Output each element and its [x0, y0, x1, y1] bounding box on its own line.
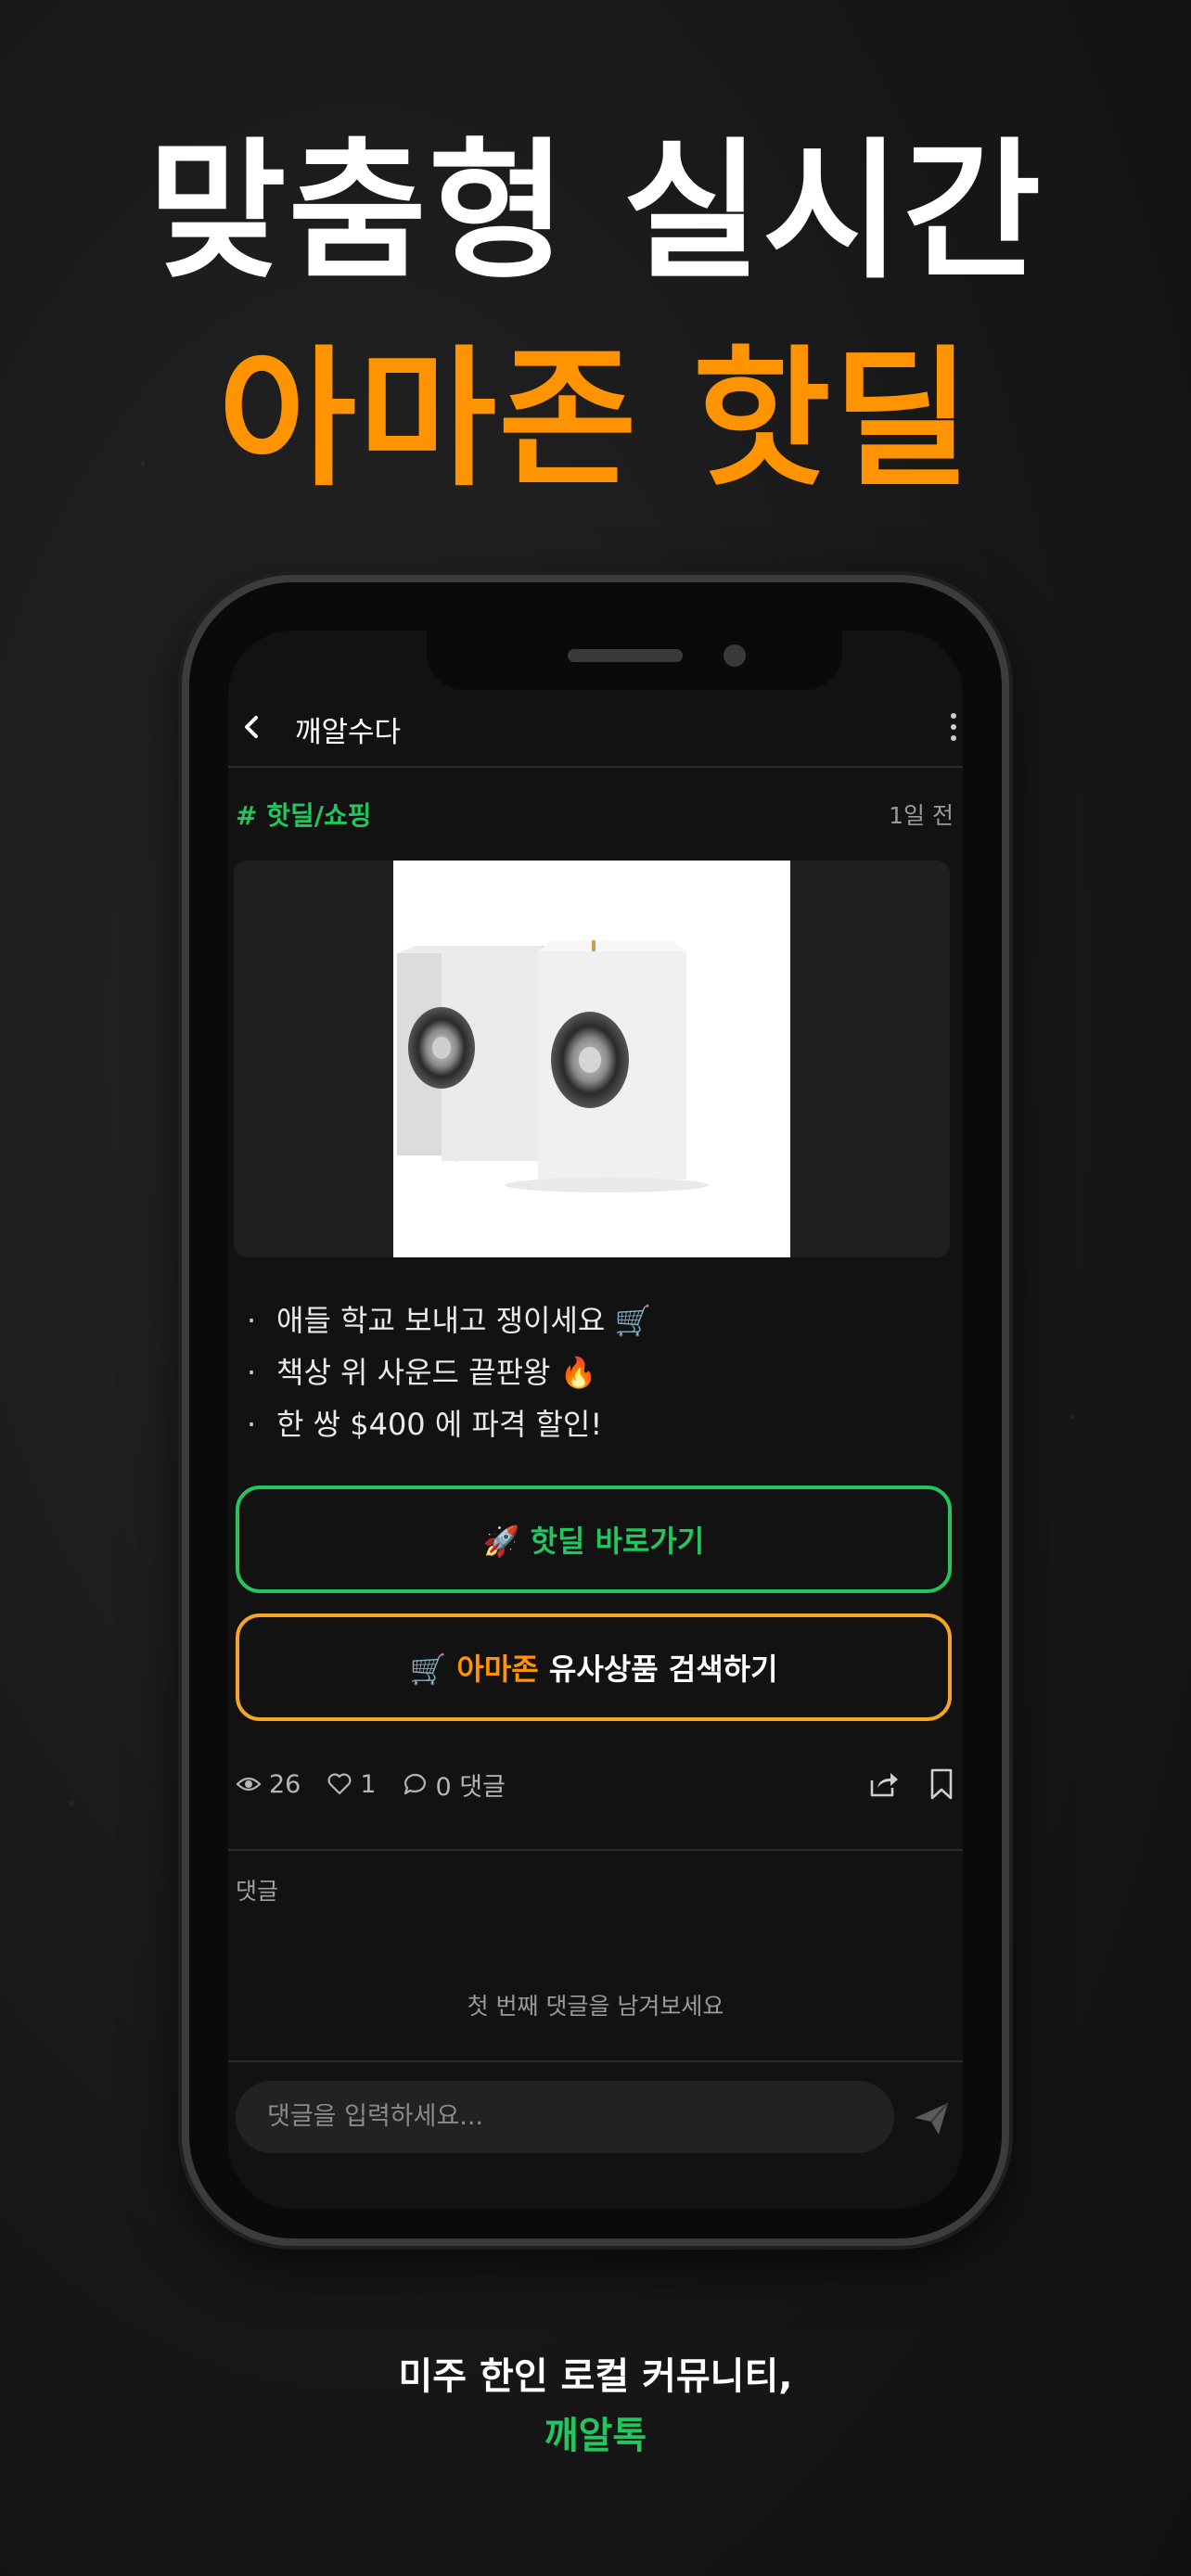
- hot-deal-button-label: 핫딜 바로가기: [530, 1524, 705, 1559]
- comment-bubble-icon: [403, 1773, 426, 1795]
- front-camera: [724, 644, 746, 667]
- chevron-left-icon[interactable]: [236, 710, 269, 744]
- comment-count: 0 댓글: [403, 1766, 506, 1803]
- send-icon[interactable]: [911, 2098, 952, 2138]
- post-image[interactable]: [234, 861, 950, 1257]
- phone-screen: 깨알수다 # 핫딜/쇼핑 1일 전 · 애들 학교 보내고 쟁이세요 🛒 · 책…: [228, 631, 963, 2209]
- brand-name: 깨알톡: [544, 2415, 647, 2457]
- post-stats: 26 1 0 댓글: [236, 1764, 531, 1804]
- rocket-icon: 🚀: [482, 1524, 520, 1559]
- tagline-line-1: 미주 한인 로컬 커뮤니티,: [398, 2355, 793, 2398]
- bullet-item: 애들 학교 보내고 쟁이세요 🛒: [247, 1294, 651, 1346]
- post-time: 1일 전: [889, 802, 954, 829]
- eye-icon: [236, 1777, 262, 1792]
- like-count[interactable]: 1: [327, 1769, 377, 1799]
- amazon-search-button[interactable]: 🛒 아마존 유사상품 검색하기: [236, 1613, 952, 1721]
- bullet-item: 한 쌍 $400 에 파격 할인!: [247, 1398, 651, 1450]
- section-divider: [228, 1849, 963, 1851]
- phone-notch: [427, 631, 842, 690]
- kebab-menu-icon[interactable]: [948, 708, 959, 746]
- heart-icon: [327, 1773, 352, 1795]
- like-count-value: 1: [360, 1769, 377, 1799]
- amazon-search-button-label: 유사상품 검색하기: [548, 1651, 778, 1687]
- headline-line-2: 아마존 핫딜: [218, 333, 973, 507]
- view-count: 26: [236, 1770, 301, 1799]
- bookmark-icon[interactable]: [928, 1767, 955, 1801]
- speaker-grille: [568, 649, 683, 662]
- phone-frame: 깨알수다 # 핫딜/쇼핑 1일 전 · 애들 학교 보내고 쟁이세요 🛒 · 책…: [182, 575, 1009, 2246]
- share-icon[interactable]: [866, 1767, 900, 1801]
- view-count-value: 26: [269, 1769, 301, 1799]
- page-title: 깨알수다: [295, 716, 402, 749]
- hot-deal-button[interactable]: 🚀 핫딜 바로가기: [236, 1486, 952, 1593]
- empty-comments-text: 첫 번째 댓글을 남겨보세요: [467, 1993, 724, 2020]
- speaker-illustration: [397, 940, 709, 1192]
- category-tag[interactable]: # 핫딜/쇼핑: [236, 796, 371, 833]
- product-image-speakers: [393, 861, 790, 1257]
- cart-icon: 🛒: [409, 1651, 447, 1687]
- amazon-label: 아마존: [456, 1651, 539, 1687]
- input-divider: [228, 2060, 963, 2062]
- headline-line-1: 맞춤형 실시간: [147, 125, 1044, 300]
- comment-count-value: 0 댓글: [435, 1772, 506, 1802]
- bullet-item: 책상 위 사운드 끝판왕 🔥: [247, 1346, 651, 1398]
- app-bar: 깨알수다: [228, 686, 963, 768]
- post-bullet-list: 애들 학교 보내고 쟁이세요 🛒 책상 위 사운드 끝판왕 🔥 한 쌍 $400…: [247, 1294, 651, 1450]
- comment-input[interactable]: 댓글을 입력하세요...: [236, 2081, 894, 2153]
- comments-heading: 댓글: [236, 1878, 279, 1905]
